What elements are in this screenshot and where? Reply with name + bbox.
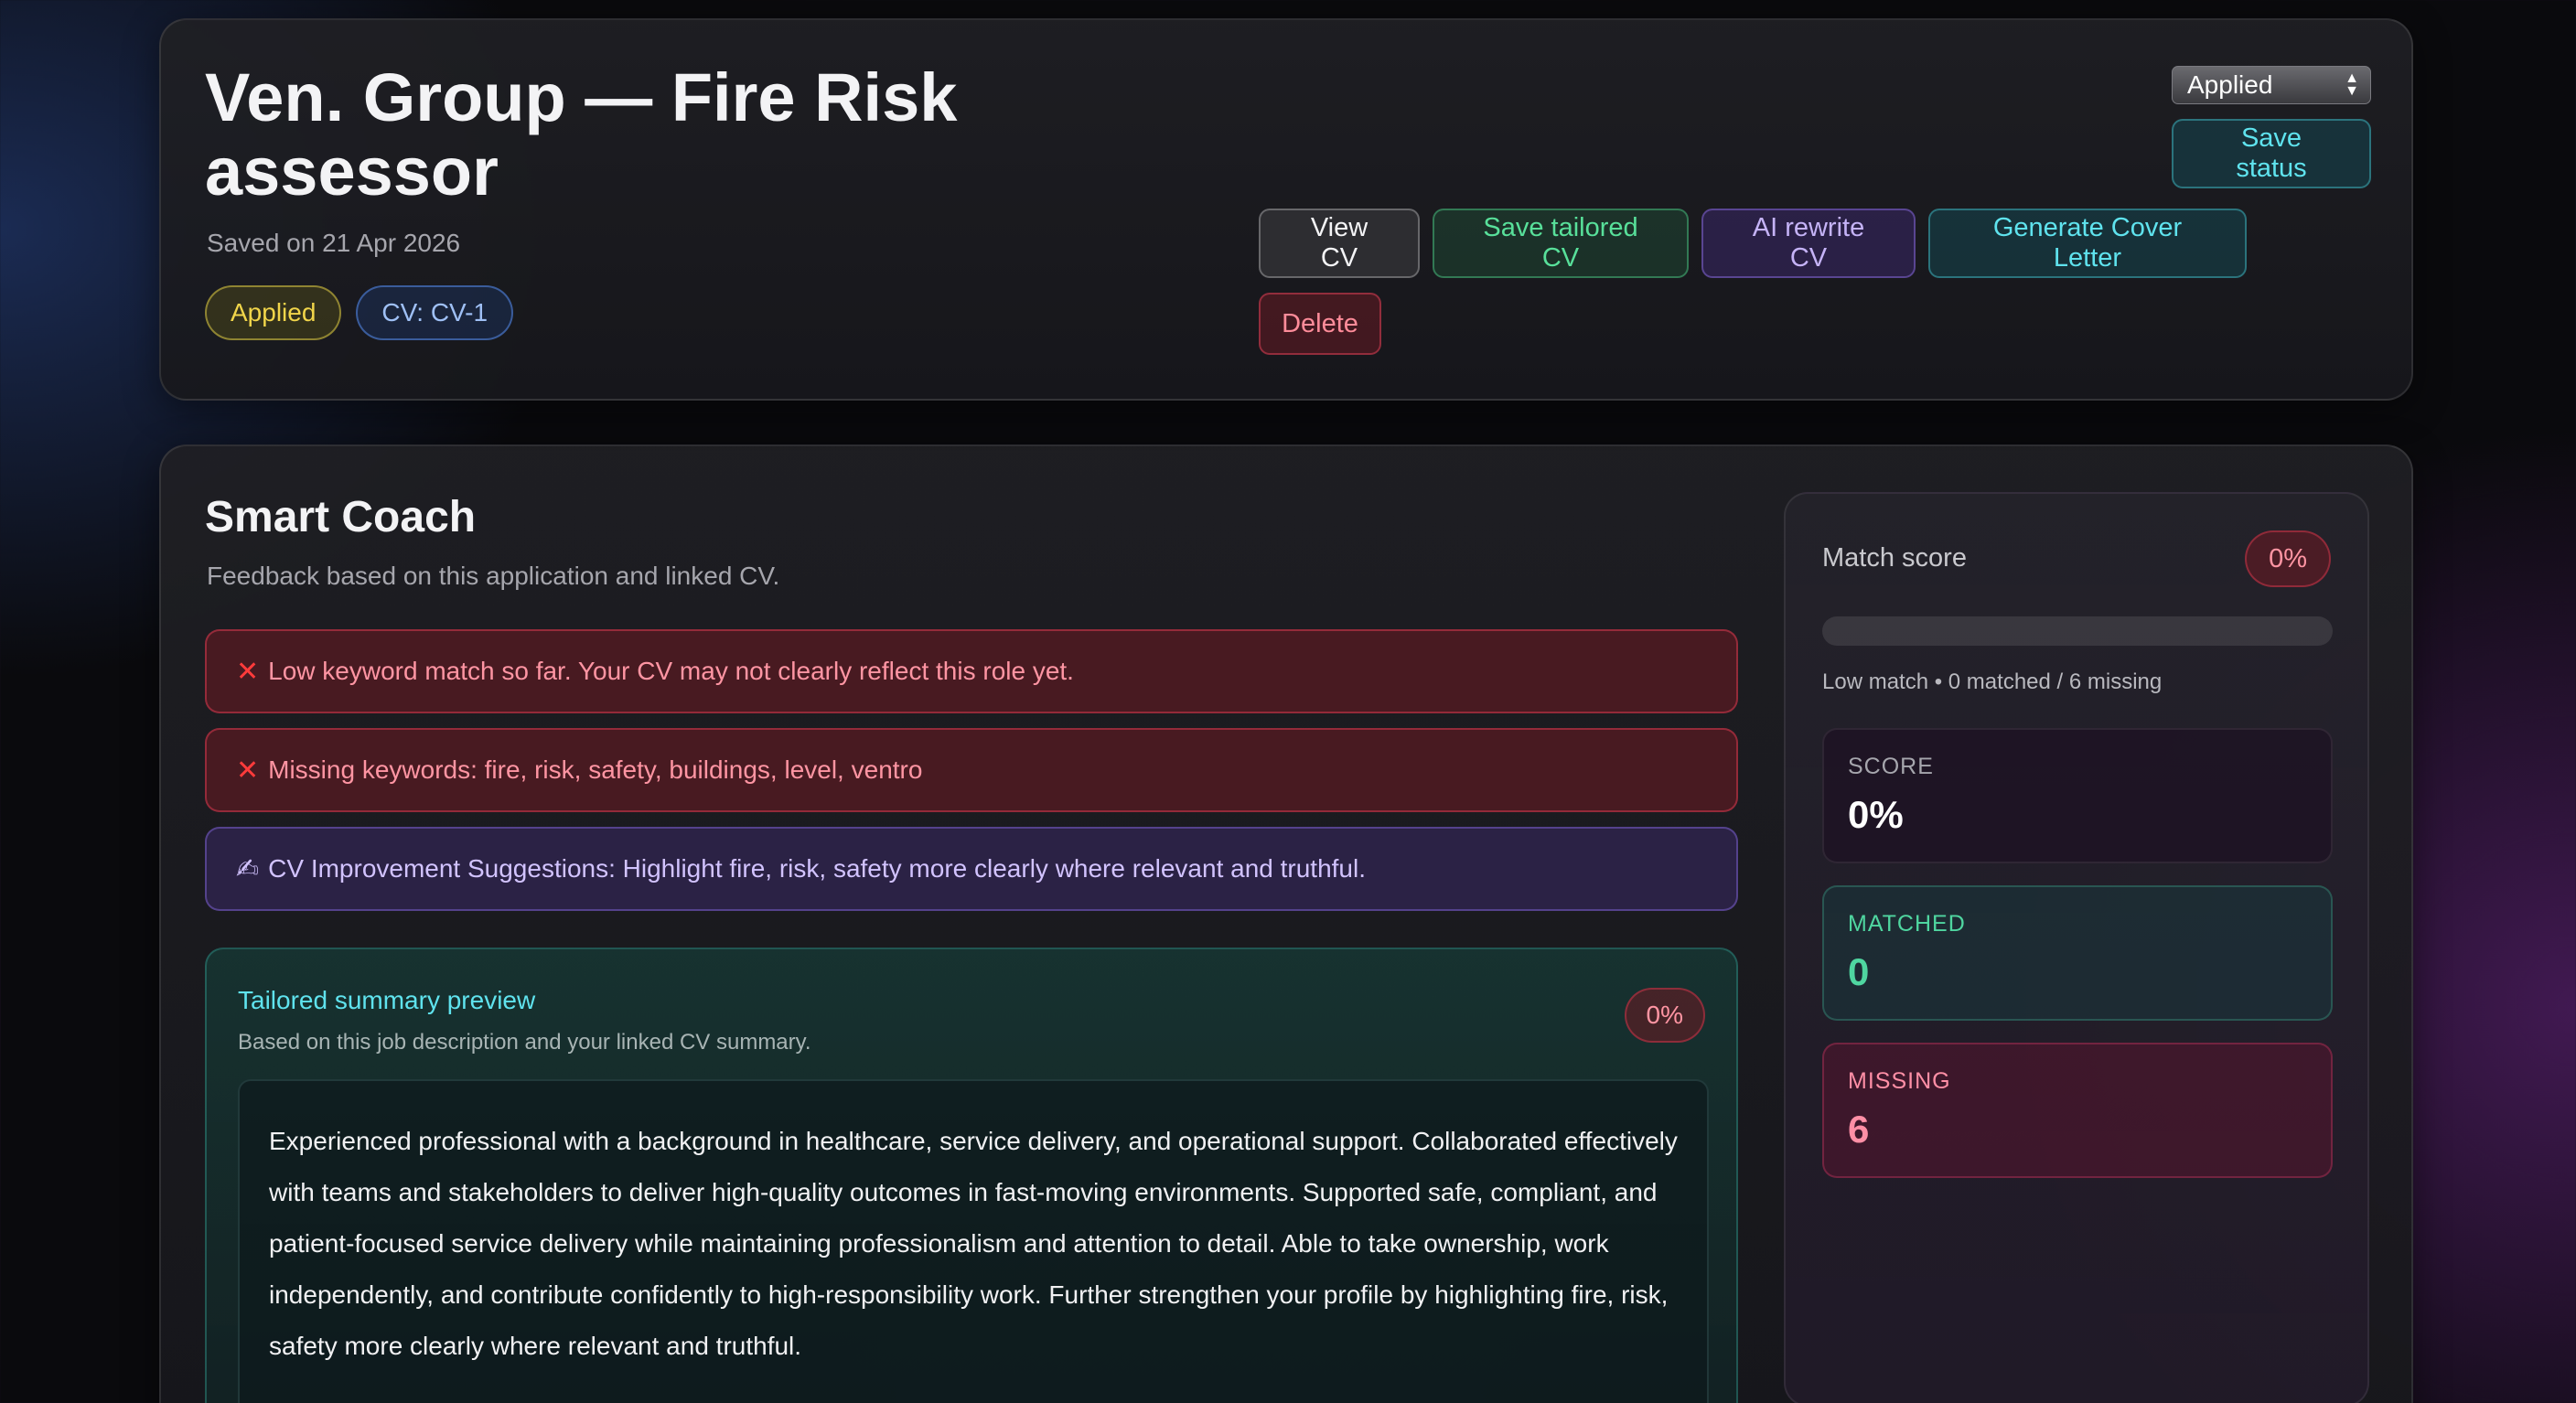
coach-title: Smart Coach: [205, 493, 477, 541]
score-stat-value: 0%: [1848, 793, 1904, 836]
cv-badge: CV: CV-1: [356, 285, 514, 340]
status-select[interactable]: Applied ▲ ▼: [2172, 66, 2371, 104]
preview-summary-text: Experienced professional with a backgrou…: [238, 1079, 1709, 1403]
matched-stat: MATCHED 0: [1822, 885, 2333, 1021]
cross-icon: ✕: [236, 656, 260, 687]
preview-subtitle: Based on this job description and your l…: [238, 1030, 811, 1055]
alert-text: CV Improvement Suggestions: Highlight fi…: [268, 854, 1366, 883]
preview-title: Tailored summary preview: [238, 986, 536, 1014]
match-score-panel: Match score 0% Low match • 0 matched / 6…: [1784, 492, 2369, 1403]
matched-stat-value: 0: [1848, 950, 1870, 993]
cross-icon: ✕: [236, 755, 260, 786]
preview-score-badge: 0%: [1624, 988, 1705, 1043]
score-stat: SCORE 0%: [1822, 728, 2333, 863]
save-status-button[interactable]: Save status: [2172, 119, 2371, 188]
tailored-summary-preview: Tailored summary preview Based on this j…: [205, 948, 1738, 1403]
missing-stat-value: 6: [1848, 1108, 1870, 1151]
score-stat-label: SCORE: [1848, 754, 1934, 779]
select-arrows-icon: ▲ ▼: [2345, 70, 2359, 99]
alert-text: Missing keywords: fire, risk, safety, bu…: [268, 755, 923, 784]
generate-cover-letter-button[interactable]: Generate Cover Letter: [1928, 209, 2247, 278]
match-score-badge: 0%: [2245, 530, 2331, 587]
missing-stat-label: MISSING: [1848, 1068, 1951, 1094]
match-progress-bar: [1822, 616, 2333, 646]
alert-suggestions: ✍ CV Improvement Suggestions: Highlight …: [205, 827, 1738, 911]
match-summary: Low match • 0 matched / 6 missing: [1822, 669, 2163, 694]
header-badges: Applied CV: CV-1: [205, 285, 514, 340]
matched-stat-label: MATCHED: [1848, 911, 1966, 937]
delete-button[interactable]: Delete: [1259, 293, 1381, 355]
smart-coach-card: Smart Coach Feedback based on this appli…: [159, 444, 2413, 1403]
saved-date: Saved on 21 Apr 2026: [207, 229, 461, 257]
alert-low-match: ✕ Low keyword match so far. Your CV may …: [205, 629, 1738, 713]
status-badge: Applied: [205, 285, 342, 340]
writing-hand-icon: ✍: [236, 853, 260, 884]
status-select-value: Applied: [2187, 70, 2273, 99]
alert-missing-keywords: ✕ Missing keywords: fire, risk, safety, …: [205, 728, 1738, 812]
match-score-label: Match score: [1822, 543, 1967, 573]
coach-subtitle: Feedback based on this application and l…: [207, 562, 780, 590]
save-tailored-cv-button[interactable]: Save tailored CV: [1433, 209, 1689, 278]
page-title: Ven. Group — Fire Risk assessor: [205, 59, 958, 209]
job-header-card: Ven. Group — Fire Risk assessor Saved on…: [159, 18, 2413, 401]
missing-stat: MISSING 6: [1822, 1043, 2333, 1178]
ai-rewrite-cv-button[interactable]: AI rewrite CV: [1701, 209, 1916, 278]
view-cv-button[interactable]: View CV: [1259, 209, 1420, 278]
alert-text: Low keyword match so far. Your CV may no…: [268, 657, 1074, 685]
